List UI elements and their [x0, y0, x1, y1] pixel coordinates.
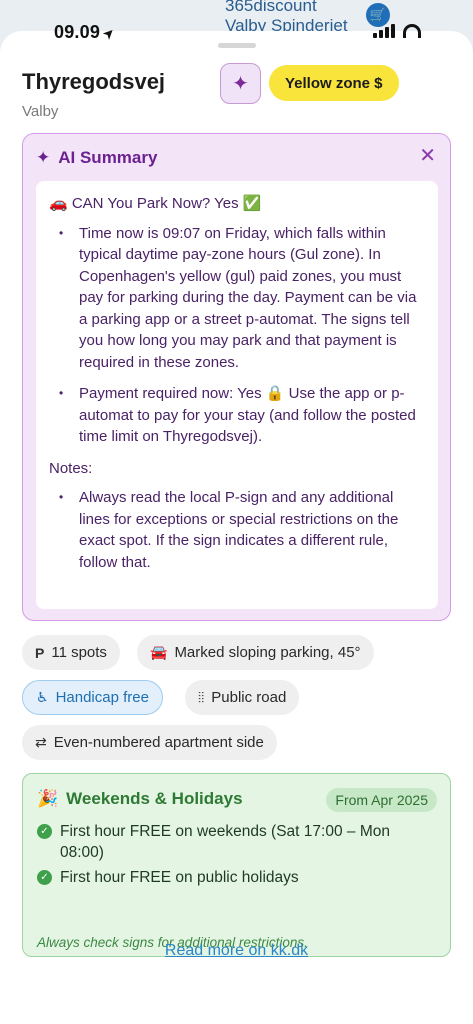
check-circle-icon: ✓ [37, 870, 52, 885]
close-icon[interactable]: ✕ [419, 146, 436, 166]
ai-bullet-list: Time now is 09:07 on Friday, which falls… [49, 223, 424, 448]
list-item: Time now is 09:07 on Friday, which falls… [59, 223, 424, 374]
map-poi-line1: 365discount [225, 0, 317, 15]
wheelchair-icon: ♿ [36, 689, 49, 705]
parking-p-icon: P [35, 644, 45, 661]
spots-chip: P 11 spots [22, 635, 120, 670]
weekends-item-text: First hour FREE on public holidays [60, 869, 299, 886]
apartment-side-chip-label: Even-numbered apartment side [53, 734, 264, 751]
list-item: ✓ First hour FREE on weekends (Sat 17:00… [37, 821, 435, 863]
weekends-header: 🎉 Weekends & Holidays [37, 789, 243, 809]
status-time: 09.09➤ [54, 22, 119, 43]
road-type-chip-label: Public road [211, 689, 287, 706]
list-item: Always read the local P-sign and any add… [59, 487, 424, 573]
handicap-chip-label: Handicap free [55, 689, 149, 706]
sparkles-icon: ✦ [232, 73, 249, 95]
ai-summary-card: ✦ AI Summary ✕ 🚗 CAN You Park Now? Yes ✅… [22, 133, 451, 621]
list-item: Payment required now: Yes 🔒 Use the app … [59, 383, 424, 448]
weekends-date-badge: From Apr 2025 [326, 788, 437, 812]
ai-summary-title: AI Summary [58, 148, 158, 167]
road-type-chip: ⦙⦙ Public road [185, 680, 300, 715]
sparkles-icon: ✦ [36, 148, 51, 167]
ai-headline: 🚗 CAN You Park Now? Yes ✅ [49, 195, 262, 212]
ai-summary-header: ✦ AI Summary [36, 148, 157, 168]
parking-detail-sheet: Thyregodsvej Valby ✦ Yellow zone $ ✦ AI … [0, 31, 473, 1024]
parking-type-chip: 🚘 Marked sloping parking, 45° [137, 635, 374, 670]
party-popper-icon: 🎉 [37, 789, 59, 808]
ai-notes-list: Always read the local P-sign and any add… [49, 487, 424, 573]
weekends-item-text: First hour FREE on weekends (Sat 17:00 –… [60, 823, 390, 861]
ai-notes-label: Notes: [49, 459, 93, 477]
check-circle-icon: ✓ [37, 824, 52, 839]
district-subtitle: Valby [22, 103, 59, 120]
car-icon: 🚘 [150, 644, 168, 660]
zone-badge[interactable]: Yellow zone $ [269, 65, 399, 101]
zone-badge-label: Yellow zone $ [285, 74, 383, 92]
road-icon: ⦙⦙ [198, 689, 205, 705]
spots-chip-label: 11 spots [51, 644, 107, 661]
apartment-side-chip: ⇄ Even-numbered apartment side [22, 725, 277, 760]
wifi-icon [403, 24, 421, 38]
cellular-signal-icon [373, 24, 395, 38]
list-item: ✓ First hour FREE on public holidays [37, 867, 435, 888]
status-time-text: 09.09 [54, 22, 101, 42]
weekends-list: ✓ First hour FREE on weekends (Sat 17:00… [37, 821, 435, 892]
ai-summary-button[interactable]: ✦ [220, 63, 261, 104]
weekends-holidays-card: 🎉 Weekends & Holidays From Apr 2025 ✓ Fi… [22, 773, 451, 957]
street-title: Thyregodsvej [22, 69, 166, 94]
ai-summary-body: 🚗 CAN You Park Now? Yes ✅ Time now is 09… [36, 181, 438, 609]
parking-type-chip-label: Marked sloping parking, 45° [174, 644, 361, 661]
weekends-title: Weekends & Holidays [66, 789, 243, 808]
handicap-chip: ♿ Handicap free [22, 680, 163, 715]
status-indicators [373, 24, 421, 38]
read-more-link[interactable]: Read more on kk.dk [0, 942, 473, 960]
arrows-swap-icon: ⇄ [35, 734, 47, 750]
sheet-grabber[interactable] [218, 43, 256, 48]
